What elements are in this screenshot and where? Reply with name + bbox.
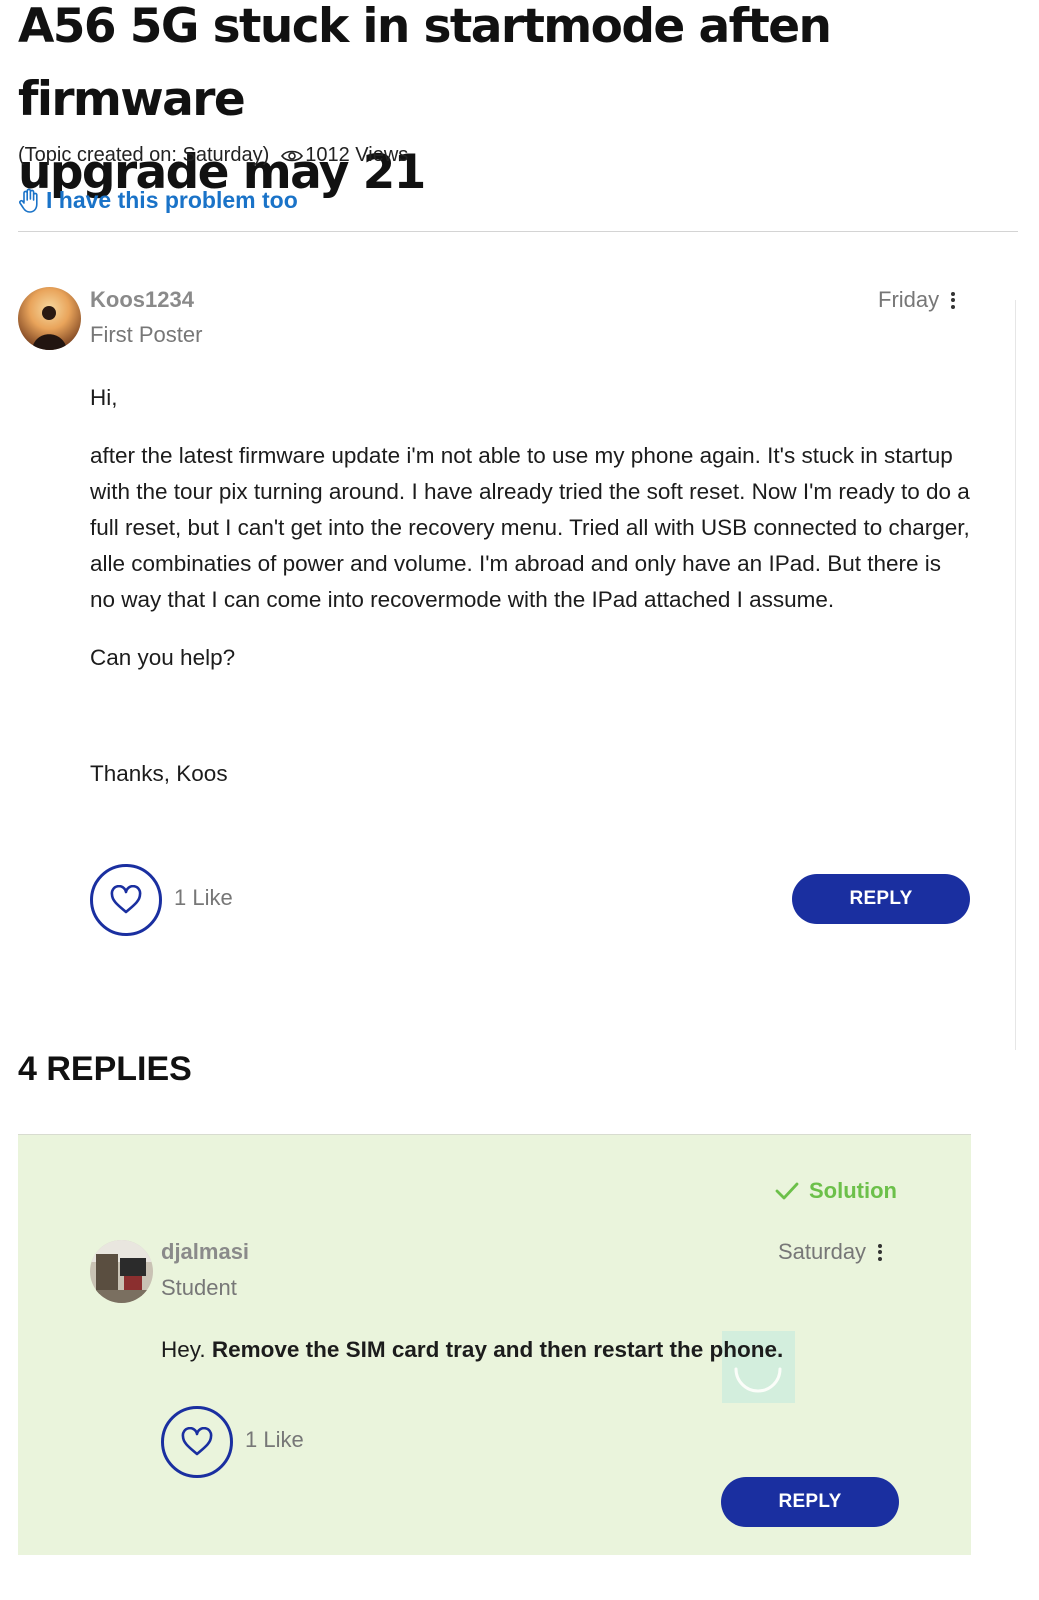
- post-body: Hi, after the latest firmware update i'm…: [90, 380, 970, 792]
- topic-created-date: (Topic created on: Saturday): [18, 144, 270, 166]
- avatar[interactable]: [90, 1240, 153, 1303]
- checkmark-icon: [775, 1181, 799, 1201]
- problem-too-label: I have this problem too: [46, 187, 298, 213]
- view-count: 1012 Views: [305, 144, 409, 166]
- reply-date: Saturday: [778, 1239, 867, 1264]
- replies-heading: 4 REPLIES: [18, 1050, 192, 1088]
- post-author[interactable]: Koos1234: [90, 287, 194, 313]
- eye-icon: [281, 149, 304, 163]
- post-date: Friday: [878, 287, 940, 312]
- post-date-row: Friday: [878, 287, 956, 313]
- post-paragraph: Can you help?: [90, 645, 236, 670]
- divider: [18, 231, 1018, 232]
- like-count: 1 Like: [174, 885, 233, 910]
- raised-hand-icon: [18, 188, 40, 214]
- reply-author[interactable]: djalmasi: [161, 1239, 249, 1265]
- solution-label: Solution: [809, 1178, 897, 1203]
- reply-text-bold: Remove the SIM card tray and then restar…: [211, 1337, 784, 1362]
- topic-title: A56 5G stuck in startmode aften firmware…: [18, 0, 1028, 209]
- heart-icon: [109, 885, 143, 915]
- reply-date-row: Saturday: [778, 1239, 883, 1265]
- post-border: [1015, 300, 1016, 1050]
- post-author-rank: First Poster: [90, 322, 203, 347]
- reply-text: Hey.: [161, 1337, 212, 1362]
- more-options-icon[interactable]: [878, 1243, 883, 1261]
- reply-author-rank: Student: [161, 1275, 237, 1300]
- more-options-icon[interactable]: [951, 291, 956, 309]
- reply-button[interactable]: REPLY: [721, 1477, 899, 1527]
- like-count: 1 Like: [245, 1427, 304, 1452]
- topic-title-line-1: A56 5G stuck in startmode aften firmware: [18, 0, 832, 127]
- post-paragraph: Hi,: [90, 385, 118, 410]
- solution-badge: Solution: [775, 1178, 897, 1204]
- like-button[interactable]: [161, 1406, 233, 1478]
- heart-icon: [180, 1427, 214, 1457]
- problem-too-button[interactable]: I have this problem too: [18, 187, 298, 214]
- avatar[interactable]: [18, 287, 81, 350]
- reply-button[interactable]: REPLY: [792, 874, 970, 924]
- post-paragraph: after the latest firmware update i'm not…: [90, 443, 970, 612]
- like-button[interactable]: [90, 864, 162, 936]
- reply-body: Hey. Remove the SIM card tray and then r…: [161, 1332, 921, 1368]
- topic-meta: (Topic created on: Saturday) 1012 Views: [18, 144, 408, 167]
- post-paragraph: Thanks, Koos: [90, 761, 228, 786]
